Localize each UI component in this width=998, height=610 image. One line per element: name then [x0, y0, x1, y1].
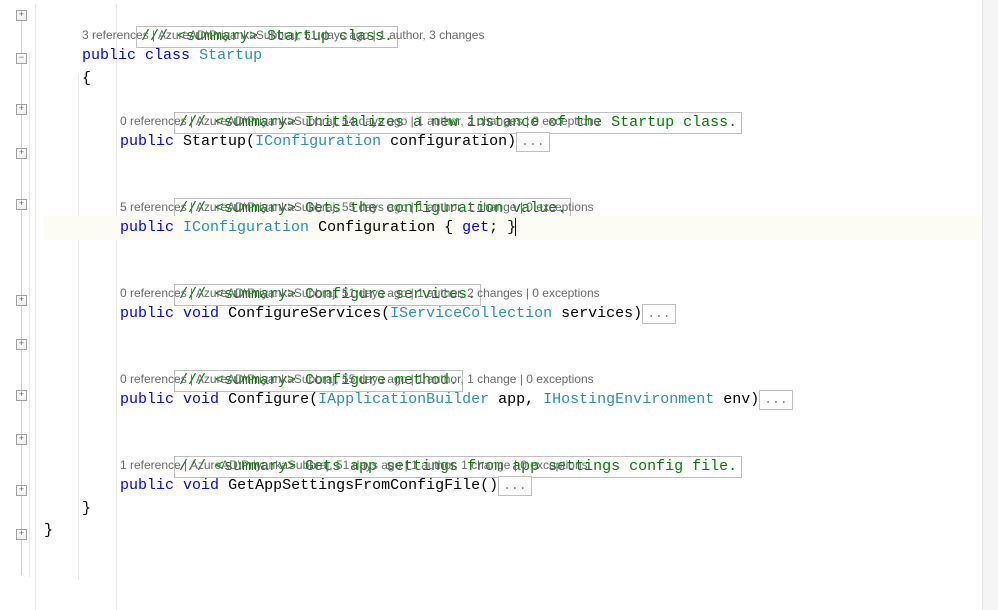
doc-summary: /// <summary> Configure services. [44, 262, 998, 284]
fold-button[interactable]: + [16, 339, 27, 350]
fold-button[interactable]: + [16, 199, 27, 210]
code-brace: } [44, 498, 998, 520]
codelens[interactable]: 0 references | AzureAD\PriyankaSubbraj, … [44, 112, 998, 130]
fold-button[interactable]: + [16, 434, 27, 445]
fold-button[interactable]: + [16, 10, 27, 21]
scrollbar-track[interactable] [982, 0, 998, 610]
collapsed-region[interactable]: ... [759, 390, 792, 410]
code-brace: { [44, 68, 998, 90]
fold-button[interactable]: − [16, 53, 27, 64]
collapsed-region[interactable]: ... [498, 476, 531, 496]
codelens[interactable]: 1 reference | AzureAD\PriyankaSubbraj, 5… [44, 456, 998, 474]
fold-button[interactable]: + [16, 295, 27, 306]
fold-button[interactable]: + [16, 485, 27, 496]
collapsed-region[interactable]: ... [516, 132, 549, 152]
code-brace: } [44, 520, 998, 542]
code-editor[interactable]: /// <summary> Startup class. 3 reference… [36, 4, 998, 610]
code-line: public class Startup [44, 44, 998, 68]
doc-summary: /// <summary> Startup class. [44, 4, 998, 26]
fold-button[interactable]: + [16, 148, 27, 159]
text-cursor [515, 218, 516, 236]
doc-summary: /// <summary> Gets the configuration val… [44, 176, 998, 198]
code-line-current: public IConfiguration Configuration { ge… [44, 216, 998, 240]
fold-button[interactable]: + [16, 104, 27, 115]
doc-summary: /// <summary> Configure method. [44, 348, 998, 370]
doc-summary: /// <summary> Gets app settings from app… [44, 434, 998, 456]
code-line: public void ConfigureServices(IServiceCo… [44, 302, 998, 326]
codelens[interactable]: 5 references | AzureAD\PriyankaSubbraj, … [44, 198, 998, 216]
fold-button[interactable]: + [16, 529, 27, 540]
code-line: public void Configure(IApplicationBuilde… [44, 388, 998, 412]
doc-summary: /// <summary> Initializes a new instance… [44, 90, 998, 112]
codelens[interactable]: 0 references | AzureAD\PriyankaSubbraj, … [44, 284, 998, 302]
fold-button[interactable]: + [16, 390, 27, 401]
fold-gutter: + − + + + + + + + + + [0, 4, 36, 610]
collapsed-region[interactable]: ... [642, 304, 675, 324]
codelens[interactable]: 0 references | AzureAD\PriyankaSubbraj, … [44, 370, 998, 388]
code-line: public Startup(IConfiguration configurat… [44, 130, 998, 154]
codelens[interactable]: 3 references | AzureAD\PriyankaSubbraj, … [44, 26, 998, 44]
code-line: public void GetAppSettingsFromConfigFile… [44, 474, 998, 498]
